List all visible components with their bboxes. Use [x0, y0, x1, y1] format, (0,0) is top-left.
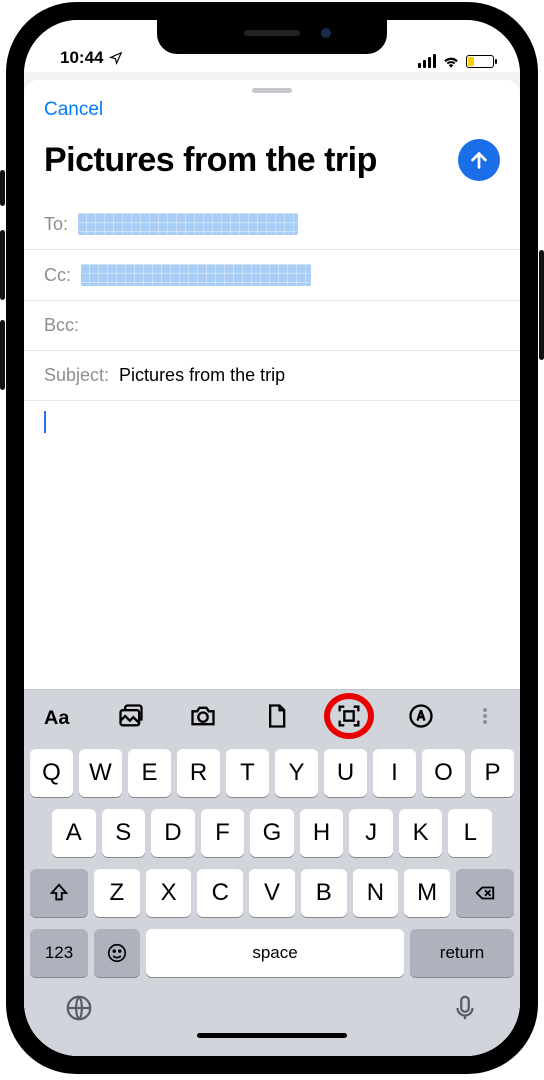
- key-g[interactable]: G: [250, 809, 294, 857]
- body-textarea[interactable]: [24, 401, 520, 689]
- cc-value-redacted: [81, 264, 311, 286]
- location-icon: [109, 51, 123, 65]
- bcc-label: Bcc:: [44, 315, 79, 336]
- key-c[interactable]: C: [197, 869, 243, 917]
- key-q[interactable]: Q: [30, 749, 73, 797]
- key-f[interactable]: F: [201, 809, 245, 857]
- notch: [157, 20, 387, 54]
- delete-icon: [474, 882, 496, 904]
- photo-library-icon: [117, 702, 145, 730]
- key-v[interactable]: V: [249, 869, 295, 917]
- key-n[interactable]: N: [353, 869, 399, 917]
- dictation-key[interactable]: [450, 993, 480, 1023]
- key-w[interactable]: W: [79, 749, 122, 797]
- photo-library-button[interactable]: [117, 702, 145, 730]
- key-e[interactable]: E: [128, 749, 171, 797]
- key-x[interactable]: X: [146, 869, 192, 917]
- attach-file-button[interactable]: [262, 702, 290, 730]
- phone-frame: 10:44 Cancel Pictures from the trip: [6, 2, 538, 1074]
- status-time: 10:44: [60, 48, 103, 68]
- key-b[interactable]: B: [301, 869, 347, 917]
- emoji-key[interactable]: [94, 929, 140, 977]
- key-r[interactable]: R: [177, 749, 220, 797]
- key-i[interactable]: I: [373, 749, 416, 797]
- key-o[interactable]: O: [422, 749, 465, 797]
- subject-field[interactable]: Subject: Pictures from the trip: [24, 351, 520, 401]
- text-format-icon: Aa: [44, 702, 72, 730]
- key-u[interactable]: U: [324, 749, 367, 797]
- keyboard-container: Aa: [24, 689, 520, 1056]
- battery-icon: [466, 55, 494, 68]
- cell-signal-icon: [418, 54, 436, 68]
- compose-sheet: Cancel Pictures from the trip To: Cc:: [24, 80, 520, 1056]
- space-key[interactable]: space: [146, 929, 404, 977]
- key-m[interactable]: M: [404, 869, 450, 917]
- delete-key[interactable]: [456, 869, 514, 917]
- subject-label: Subject:: [44, 365, 109, 386]
- bcc-field[interactable]: Bcc:: [24, 301, 520, 351]
- to-label: To:: [44, 214, 68, 235]
- key-a[interactable]: A: [52, 809, 96, 857]
- format-button[interactable]: Aa: [44, 702, 72, 730]
- svg-text:Aa: Aa: [44, 707, 70, 729]
- key-p[interactable]: P: [471, 749, 514, 797]
- camera-button[interactable]: [189, 702, 217, 730]
- numbers-key[interactable]: 123: [30, 929, 88, 977]
- keyboard-toolbar: Aa: [24, 689, 520, 741]
- wifi-icon: [442, 54, 460, 68]
- shift-icon: [48, 882, 70, 904]
- key-l[interactable]: L: [448, 809, 492, 857]
- key-h[interactable]: H: [300, 809, 344, 857]
- key-y[interactable]: Y: [275, 749, 318, 797]
- text-cursor: [44, 411, 46, 433]
- cc-field[interactable]: Cc:: [24, 250, 520, 301]
- microphone-icon: [450, 993, 480, 1023]
- send-button[interactable]: [458, 139, 500, 181]
- home-indicator[interactable]: [197, 1033, 347, 1038]
- emoji-icon: [106, 942, 128, 964]
- screen: 10:44 Cancel Pictures from the trip: [24, 20, 520, 1056]
- globe-icon: [64, 993, 94, 1023]
- to-value-redacted: [78, 213, 298, 235]
- cc-label: Cc:: [44, 265, 71, 286]
- arrow-up-icon: [468, 149, 490, 171]
- shift-key[interactable]: [30, 869, 88, 917]
- chevron-icon: [480, 704, 490, 728]
- subject-value: Pictures from the trip: [119, 365, 285, 386]
- key-k[interactable]: K: [399, 809, 443, 857]
- return-key[interactable]: return: [410, 929, 514, 977]
- camera-icon: [189, 702, 217, 730]
- key-s[interactable]: S: [102, 809, 146, 857]
- markup-icon: [407, 702, 435, 730]
- scan-document-button[interactable]: [335, 702, 363, 730]
- markup-button[interactable]: [407, 702, 435, 730]
- key-d[interactable]: D: [151, 809, 195, 857]
- key-t[interactable]: T: [226, 749, 269, 797]
- key-z[interactable]: Z: [94, 869, 140, 917]
- scan-document-icon: [335, 702, 363, 730]
- key-j[interactable]: J: [349, 809, 393, 857]
- to-field[interactable]: To:: [24, 199, 520, 250]
- toolbar-overflow[interactable]: [480, 702, 500, 730]
- cancel-button[interactable]: Cancel: [44, 99, 103, 120]
- keyboard: QWERTYUIOP ASDFGHJKL ZXCVBNM 123: [24, 741, 520, 1056]
- globe-key[interactable]: [64, 993, 94, 1023]
- compose-title: Pictures from the trip: [44, 141, 377, 180]
- document-icon: [262, 702, 290, 730]
